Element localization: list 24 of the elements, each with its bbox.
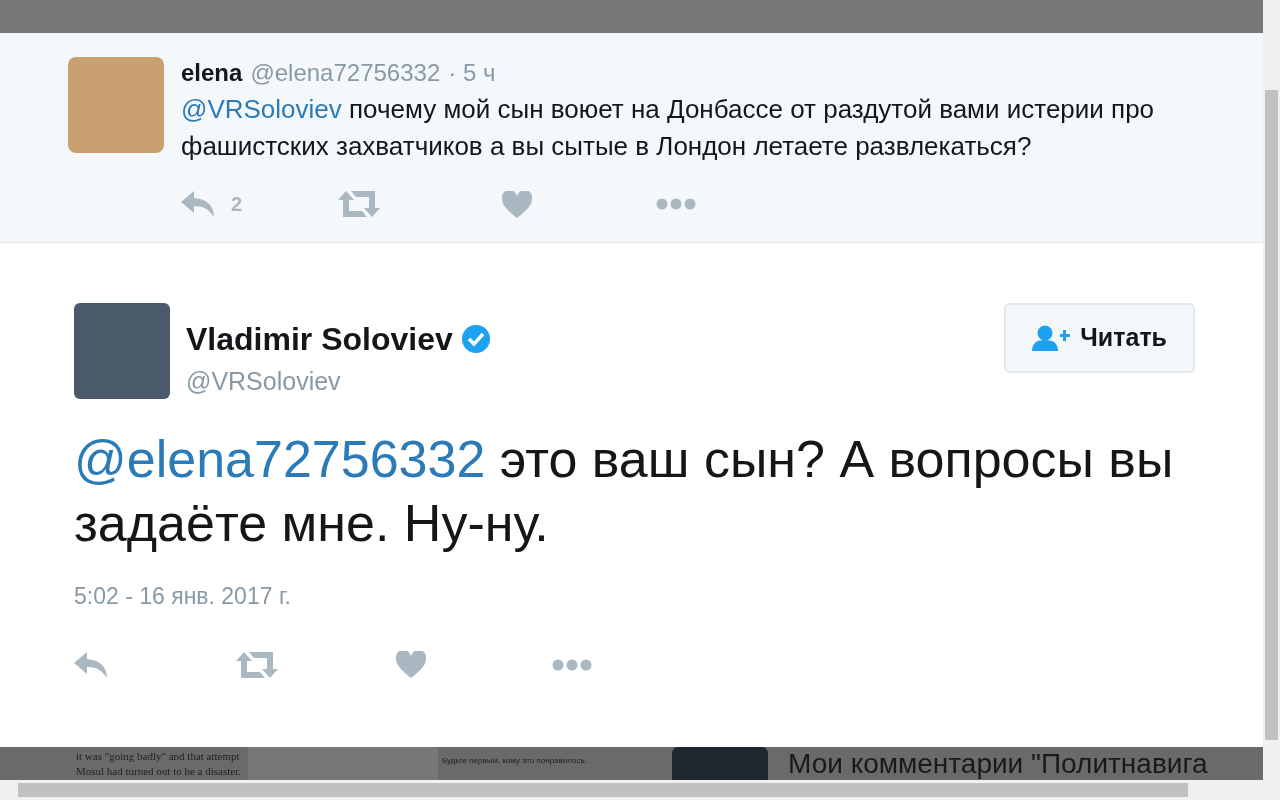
scrollbar-thumb[interactable]: [18, 783, 1188, 797]
tweet-text: @VRSoloviev почему мой сын воюет на Донбассе от раздутой вами истерии про фашистских захватчиков а вы сытые в Лондон летаете развлекаться?: [181, 93, 1156, 163]
article-snippet: it was "going badly" and that attempt: [76, 749, 240, 764]
retweet-icon[interactable]: [338, 191, 381, 217]
reply-icon[interactable]: [74, 651, 108, 678]
reply-icon[interactable]: [181, 191, 215, 217]
author-name[interactable]: elena: [181, 55, 243, 91]
add-user-icon: [1032, 324, 1071, 351]
article-title: Мои комментарии "Политнавига: [788, 747, 1208, 780]
avatar-photo-placeholder[interactable]: [74, 303, 170, 399]
scrollbar-thumb[interactable]: [1265, 90, 1278, 740]
reply-count: 2: [231, 192, 243, 217]
author-handle: @elena72756332: [250, 58, 441, 88]
tweet-text: @elena72756332 это ваш сын? А вопросы вы задаёте мне. Ну-ну.: [74, 428, 1175, 554]
likes-note: Будьте первым, кому это понравилось.: [442, 756, 587, 765]
article-snippet: Mosul had turned out to be a disaster.: [76, 764, 240, 779]
heart-icon[interactable]: [396, 651, 426, 678]
more-icon[interactable]: [656, 198, 697, 210]
more-icon[interactable]: [552, 658, 592, 671]
author-name[interactable]: Vladimir Soloviev: [186, 315, 453, 363]
heart-icon[interactable]: [502, 190, 533, 218]
retweet-icon[interactable]: [236, 651, 278, 678]
follow-button[interactable]: Читать: [1004, 303, 1195, 373]
avatar-photo-placeholder[interactable]: [68, 57, 164, 153]
